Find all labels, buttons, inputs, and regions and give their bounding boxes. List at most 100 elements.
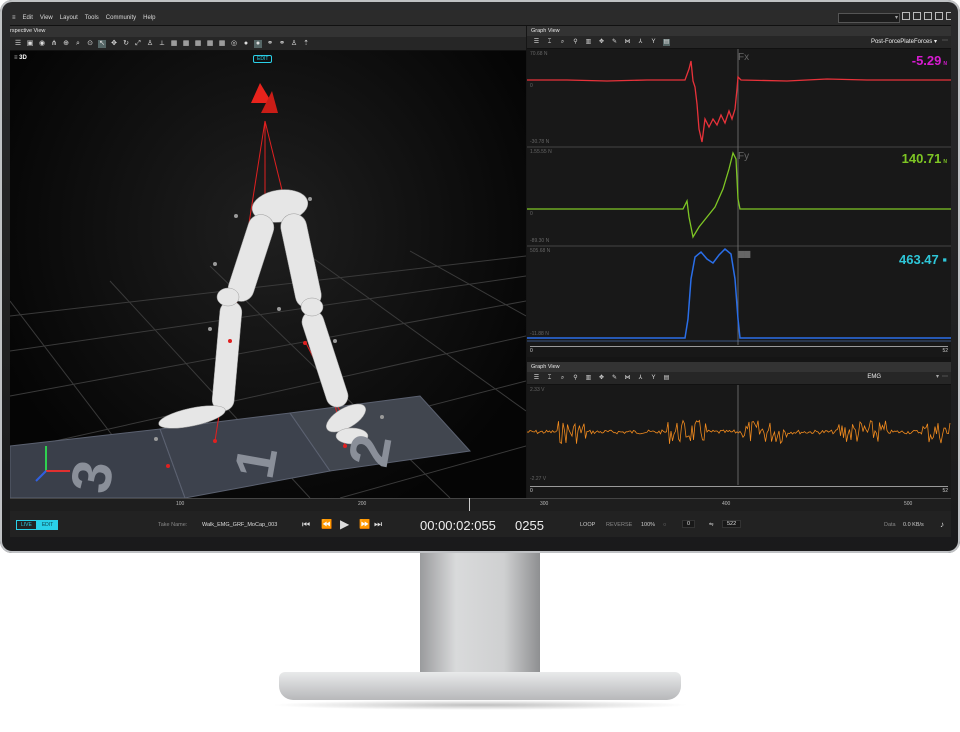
bracket-icon[interactable]: ⌶: [546, 375, 553, 382]
scene-svg: 3 1 2: [10, 83, 526, 498]
menu-help[interactable]: Help: [143, 15, 155, 21]
link-icon[interactable]: ⚭: [266, 40, 274, 48]
skeleton-icon[interactable]: ♙: [290, 40, 298, 48]
pin-icon[interactable]: ⚲: [572, 375, 579, 382]
filter-icon[interactable]: ⋈: [624, 375, 631, 382]
menu-community[interactable]: Community: [106, 15, 136, 21]
panel-icon[interactable]: [913, 12, 921, 20]
pencil-icon[interactable]: ✎: [611, 39, 618, 46]
graph-view-emg: Graph View ☰ ⌶ ⌕ ⚲ ▥ ✥ ✎ ⋈ ⅄ Y ▤ EMG ▾ ⋯: [527, 362, 951, 498]
take-name-value[interactable]: Walk_EMG_GRF_MoCap_003: [202, 522, 277, 528]
range-end-field[interactable]: 522: [722, 520, 742, 528]
fz-series: [527, 247, 951, 339]
more-icon[interactable]: ⋯: [942, 37, 948, 44]
marker-icon[interactable]: ▦: [182, 40, 190, 48]
ik-icon[interactable]: ⟂: [158, 40, 166, 48]
bell-icon[interactable]: ♪: [940, 520, 944, 529]
menu-tools[interactable]: Tools: [85, 15, 99, 21]
search-icon[interactable]: ⌕: [559, 375, 566, 382]
panel-icon[interactable]: [902, 12, 910, 20]
menu-icon[interactable]: ☰: [533, 375, 540, 382]
pin-icon[interactable]: ⚲: [572, 39, 579, 46]
step-back-icon[interactable]: ⏪: [321, 519, 332, 530]
edit-badge[interactable]: EDIT: [253, 55, 273, 63]
layout-combo[interactable]: ▾: [838, 13, 900, 23]
loop-toggle[interactable]: LOOP: [580, 522, 595, 528]
menu-view[interactable]: View: [40, 15, 53, 21]
skip-end-icon[interactable]: ⏭: [374, 519, 382, 530]
playback-speed[interactable]: 100%: [641, 522, 655, 528]
rotate-icon[interactable]: ↻: [122, 40, 130, 48]
menu-layout[interactable]: Layout: [60, 15, 78, 21]
marker-icon[interactable]: ▦: [218, 40, 226, 48]
graph-toolbar: ☰ ⌶ ⌕ ⚲ ▥ ✥ ✎ ⋈ ⅄ Y ▤ EMG ▾ ⋯: [527, 372, 951, 385]
mode-toggle: LIVE EDIT: [16, 520, 59, 530]
timeline-mark: 300: [540, 501, 549, 507]
select-icon[interactable]: ↖: [98, 39, 106, 48]
skeleton-icon[interactable]: ♙: [146, 40, 154, 48]
bracket-icon[interactable]: ⌶: [546, 39, 553, 46]
rigid-body-icon[interactable]: ●: [242, 40, 250, 48]
arrow-icon[interactable]: ⇡: [302, 40, 310, 48]
menu-icon[interactable]: ≡: [12, 15, 16, 21]
marker-icon[interactable]: ▦: [170, 40, 178, 48]
trash-icon[interactable]: ▥: [585, 375, 592, 382]
reverse-toggle[interactable]: REVERSE: [606, 522, 632, 528]
zoom-in-icon[interactable]: ⊕: [62, 40, 70, 48]
menu-icon[interactable]: ☰: [14, 40, 22, 48]
viewport-3d[interactable]: 3 1 2 ≡ 3D EDIT: [10, 51, 526, 498]
cube-icon[interactable]: ▣: [26, 40, 34, 48]
clipboard-icon[interactable]: ▤: [663, 375, 670, 382]
search-icon[interactable]: ⌕: [74, 40, 82, 48]
force-plot-area[interactable]: 70.68 N 0 -30.78 N Fx -5.29 N 1.55.55 N 0…: [527, 49, 951, 358]
view-mode-label[interactable]: ≡ 3D: [14, 55, 27, 61]
search-icon[interactable]: ⌕: [559, 39, 566, 46]
share-icon[interactable]: ⋔: [50, 40, 58, 48]
trash-icon[interactable]: ▥: [585, 39, 592, 46]
skeleton-icon[interactable]: ⅄: [637, 375, 644, 382]
edit-mode-button[interactable]: EDIT: [36, 520, 59, 530]
marker-icon[interactable]: ▦: [194, 40, 202, 48]
graph-layout-selector[interactable]: Post-ForcePlateForces ▾: [871, 38, 937, 45]
play-icon[interactable]: ▶: [340, 517, 349, 531]
zoom-fit-icon[interactable]: ⊙: [86, 40, 94, 48]
panel-icon[interactable]: [924, 12, 932, 20]
skeleton-icon[interactable]: Y: [650, 39, 657, 46]
force-x-axis[interactable]: 0 52: [530, 346, 948, 355]
timeline-playhead[interactable]: [469, 498, 470, 512]
eye-icon[interactable]: ◎: [230, 40, 238, 48]
clipboard-icon[interactable]: ▤: [663, 38, 670, 46]
live-mode-button[interactable]: LIVE: [16, 520, 37, 530]
perspective-view-pane: rspective View ☰ ▣ ◉ ⋔ ⊕ ⌕ ⊙ ↖ ✥ ↻ ⤢ ♙ ⟂…: [10, 26, 526, 498]
menu-edit[interactable]: Edit: [23, 15, 33, 21]
move-icon[interactable]: ✥: [110, 40, 118, 48]
range-start-field[interactable]: 0: [682, 520, 696, 528]
pencil-icon[interactable]: ✎: [611, 375, 618, 382]
more-icon[interactable]: ⋯: [942, 373, 948, 380]
step-forward-icon[interactable]: ⏩: [359, 519, 370, 530]
monitor-stand-shadow: [270, 700, 690, 710]
speed-dial-icon[interactable]: ◌: [663, 522, 666, 528]
menu-icon[interactable]: ☰: [533, 39, 540, 46]
marker-icon[interactable]: ▦: [206, 40, 214, 48]
move-icon[interactable]: ✥: [598, 39, 605, 46]
filter-icon[interactable]: ⋈: [624, 39, 631, 46]
chevron-down-icon[interactable]: ▾: [936, 373, 939, 380]
emg-plot-area[interactable]: 2.33 V -2.27 V 0 52: [527, 385, 951, 499]
fz-channel-name: ▆▆: [738, 249, 751, 258]
panel-icon[interactable]: [946, 12, 951, 20]
rigid-body-icon[interactable]: ●: [254, 39, 262, 48]
move-icon[interactable]: ✥: [598, 375, 605, 382]
scale-icon[interactable]: ⤢: [134, 40, 142, 48]
link-icon[interactable]: ⚭: [278, 40, 286, 48]
monitor-stand-neck: [420, 553, 540, 679]
graph-layout-selector[interactable]: EMG: [867, 374, 881, 380]
timeline-ruler[interactable]: 100 200 300 400 500: [10, 498, 951, 511]
panel-icon[interactable]: [935, 12, 943, 20]
skeleton-icon[interactable]: ⅄: [637, 39, 644, 46]
camera-icon[interactable]: ◉: [38, 40, 46, 48]
emg-x-axis[interactable]: 0 52: [530, 486, 948, 495]
range-lock-icon[interactable]: ⇋: [709, 522, 714, 528]
skeleton-icon[interactable]: Y: [650, 375, 657, 382]
skip-start-icon[interactable]: ⏮: [302, 519, 310, 530]
